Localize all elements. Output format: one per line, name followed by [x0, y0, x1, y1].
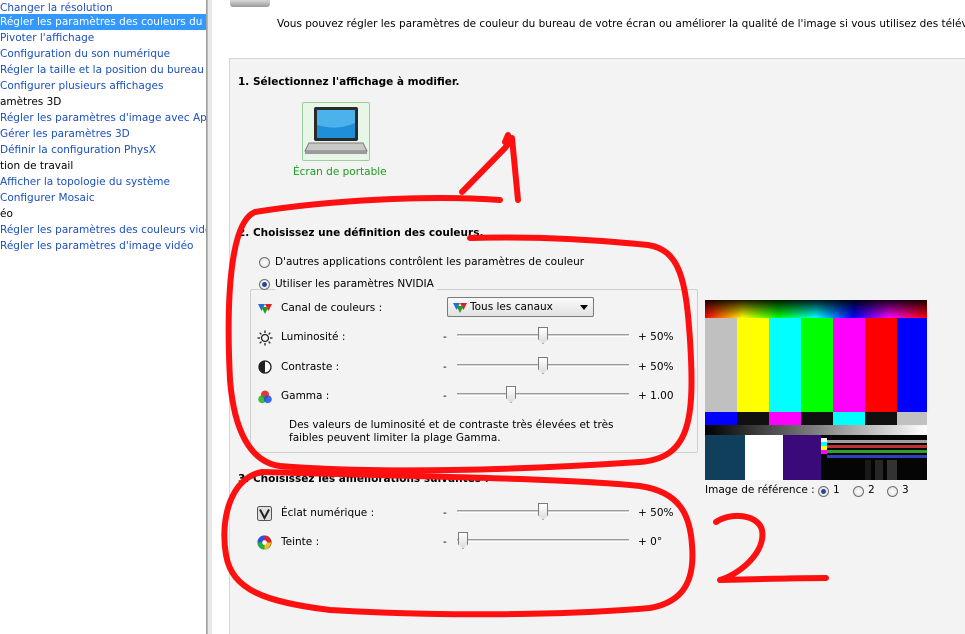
sidebar-item-image-preview[interactable]: Régler les paramètres d'image avec Aperç…: [0, 110, 206, 126]
page-description: Vous pouvez régler les paramètres de cou…: [277, 18, 965, 30]
brightness-slider[interactable]: [457, 326, 629, 346]
hue-label: Teinte :: [281, 536, 320, 548]
sidebar-nav: Changer la résolution Régler les paramèt…: [0, 0, 207, 634]
slider-thumb[interactable]: [538, 503, 548, 520]
sidebar-item-topology[interactable]: Afficher la topologie du système: [0, 174, 170, 190]
sidebar-item-manage-3d[interactable]: Gérer les paramètres 3D: [0, 126, 130, 142]
color-channel-icon: [258, 304, 272, 314]
reference-option-2: 2: [868, 484, 875, 496]
vibrance-slider[interactable]: [457, 502, 629, 522]
brightness-value: + 50%: [638, 331, 674, 343]
hue-slider[interactable]: [457, 531, 629, 551]
sidebar-category-3d: amètres 3D: [0, 96, 62, 108]
reference-radio-2[interactable]: [853, 486, 864, 497]
sidebar-category-workstation: tion de travail: [0, 160, 74, 172]
slider-thumb[interactable]: [506, 386, 516, 403]
sidebar-item-physx[interactable]: Définir la configuration PhysX: [0, 142, 156, 158]
laptop-icon: [304, 107, 368, 154]
sidebar-item-digital-audio[interactable]: Configuration du son numérique: [0, 46, 170, 62]
display-selector-laptop[interactable]: [302, 102, 370, 161]
gamma-label: Gamma :: [281, 390, 330, 402]
gamma-note-line2: faibles peuvent limiter la plage Gamma.: [289, 432, 501, 444]
slider-thumb[interactable]: [458, 532, 468, 549]
vibrance-label: Éclat numérique :: [281, 507, 375, 519]
contrast-minus: -: [443, 361, 447, 373]
gamma-minus: -: [443, 390, 447, 402]
vibrance-minus: -: [443, 507, 447, 519]
header-banner-image: [230, 0, 270, 7]
contrast-icon: [258, 360, 272, 374]
radio-nvidia-settings-label: Utiliser les paramètres NVIDIA: [275, 278, 437, 290]
display-label: Écran de portable: [293, 166, 387, 178]
radio-other-apps-label: D'autres applications contrôlent les par…: [275, 256, 585, 268]
slider-thumb[interactable]: [538, 327, 548, 344]
color-bars-image: [705, 300, 927, 480]
radio-nvidia-settings[interactable]: [259, 279, 270, 290]
vibrance-value: + 50%: [638, 507, 674, 519]
sidebar-item-mosaic[interactable]: Configurer Mosaic: [0, 190, 95, 206]
reference-radio-1[interactable]: [818, 486, 829, 497]
hue-wheel-icon: [257, 535, 272, 550]
hue-value: + 0°: [638, 536, 663, 548]
slider-track: [457, 539, 629, 542]
contrast-label: Contraste :: [281, 361, 340, 373]
contrast-value: + 50%: [638, 361, 674, 373]
sidebar-item-multiple-displays[interactable]: Configurer plusieurs affichages: [0, 78, 163, 94]
gamma-note-line1: Des valeurs de luminosité et de contrast…: [289, 419, 614, 431]
gamma-slider[interactable]: [457, 385, 629, 405]
color-channel-icon: [453, 303, 467, 313]
sidebar-item-video-color[interactable]: Régler les paramètres des couleurs vidéo: [0, 222, 206, 238]
slider-track: [457, 393, 629, 396]
reference-radio-3[interactable]: [887, 486, 898, 497]
sidebar-category-video: éo: [0, 208, 13, 220]
section3-title: 3. Choisissez les améliorations suivante…: [238, 473, 489, 485]
reference-option-3: 3: [902, 484, 909, 496]
hue-minus: -: [443, 536, 447, 548]
slider-thumb[interactable]: [538, 357, 548, 374]
color-channel-value: Tous les canaux: [470, 301, 553, 313]
section1-title: 1. Sélectionnez l'affichage à modifier.: [238, 76, 460, 88]
sidebar-item-rotate-display[interactable]: Pivoter l'affichage: [0, 30, 94, 46]
chevron-down-icon: [580, 305, 588, 310]
sidebar-item-desktop-color[interactable]: Régler les paramètres des couleurs du bu…: [0, 14, 206, 30]
reference-test-pattern: [705, 300, 927, 480]
sidebar-item-desktop-size[interactable]: Régler la taille et la position du burea…: [0, 62, 204, 78]
reference-option-1: 1: [833, 484, 840, 496]
brightness-label: Luminosité :: [281, 331, 346, 343]
sidebar-item-video-image[interactable]: Régler les paramètres d'image vidéo: [0, 238, 193, 254]
reference-image-label: Image de référence :: [705, 484, 815, 496]
gamma-rgb-icon: [258, 390, 272, 404]
sun-icon: [257, 330, 273, 346]
color-channel-dropdown[interactable]: Tous les canaux: [447, 297, 594, 317]
brightness-minus: -: [443, 331, 447, 343]
channel-label: Canal de couleurs :: [281, 302, 383, 314]
section2-title: 2. Choisissez une définition des couleur…: [238, 227, 484, 239]
digital-vibrance-icon: [257, 506, 272, 521]
contrast-slider[interactable]: [457, 356, 629, 376]
radio-other-apps[interactable]: [259, 257, 270, 268]
gamma-value: + 1.00: [638, 390, 674, 402]
sidebar-splitter[interactable]: [207, 0, 212, 634]
